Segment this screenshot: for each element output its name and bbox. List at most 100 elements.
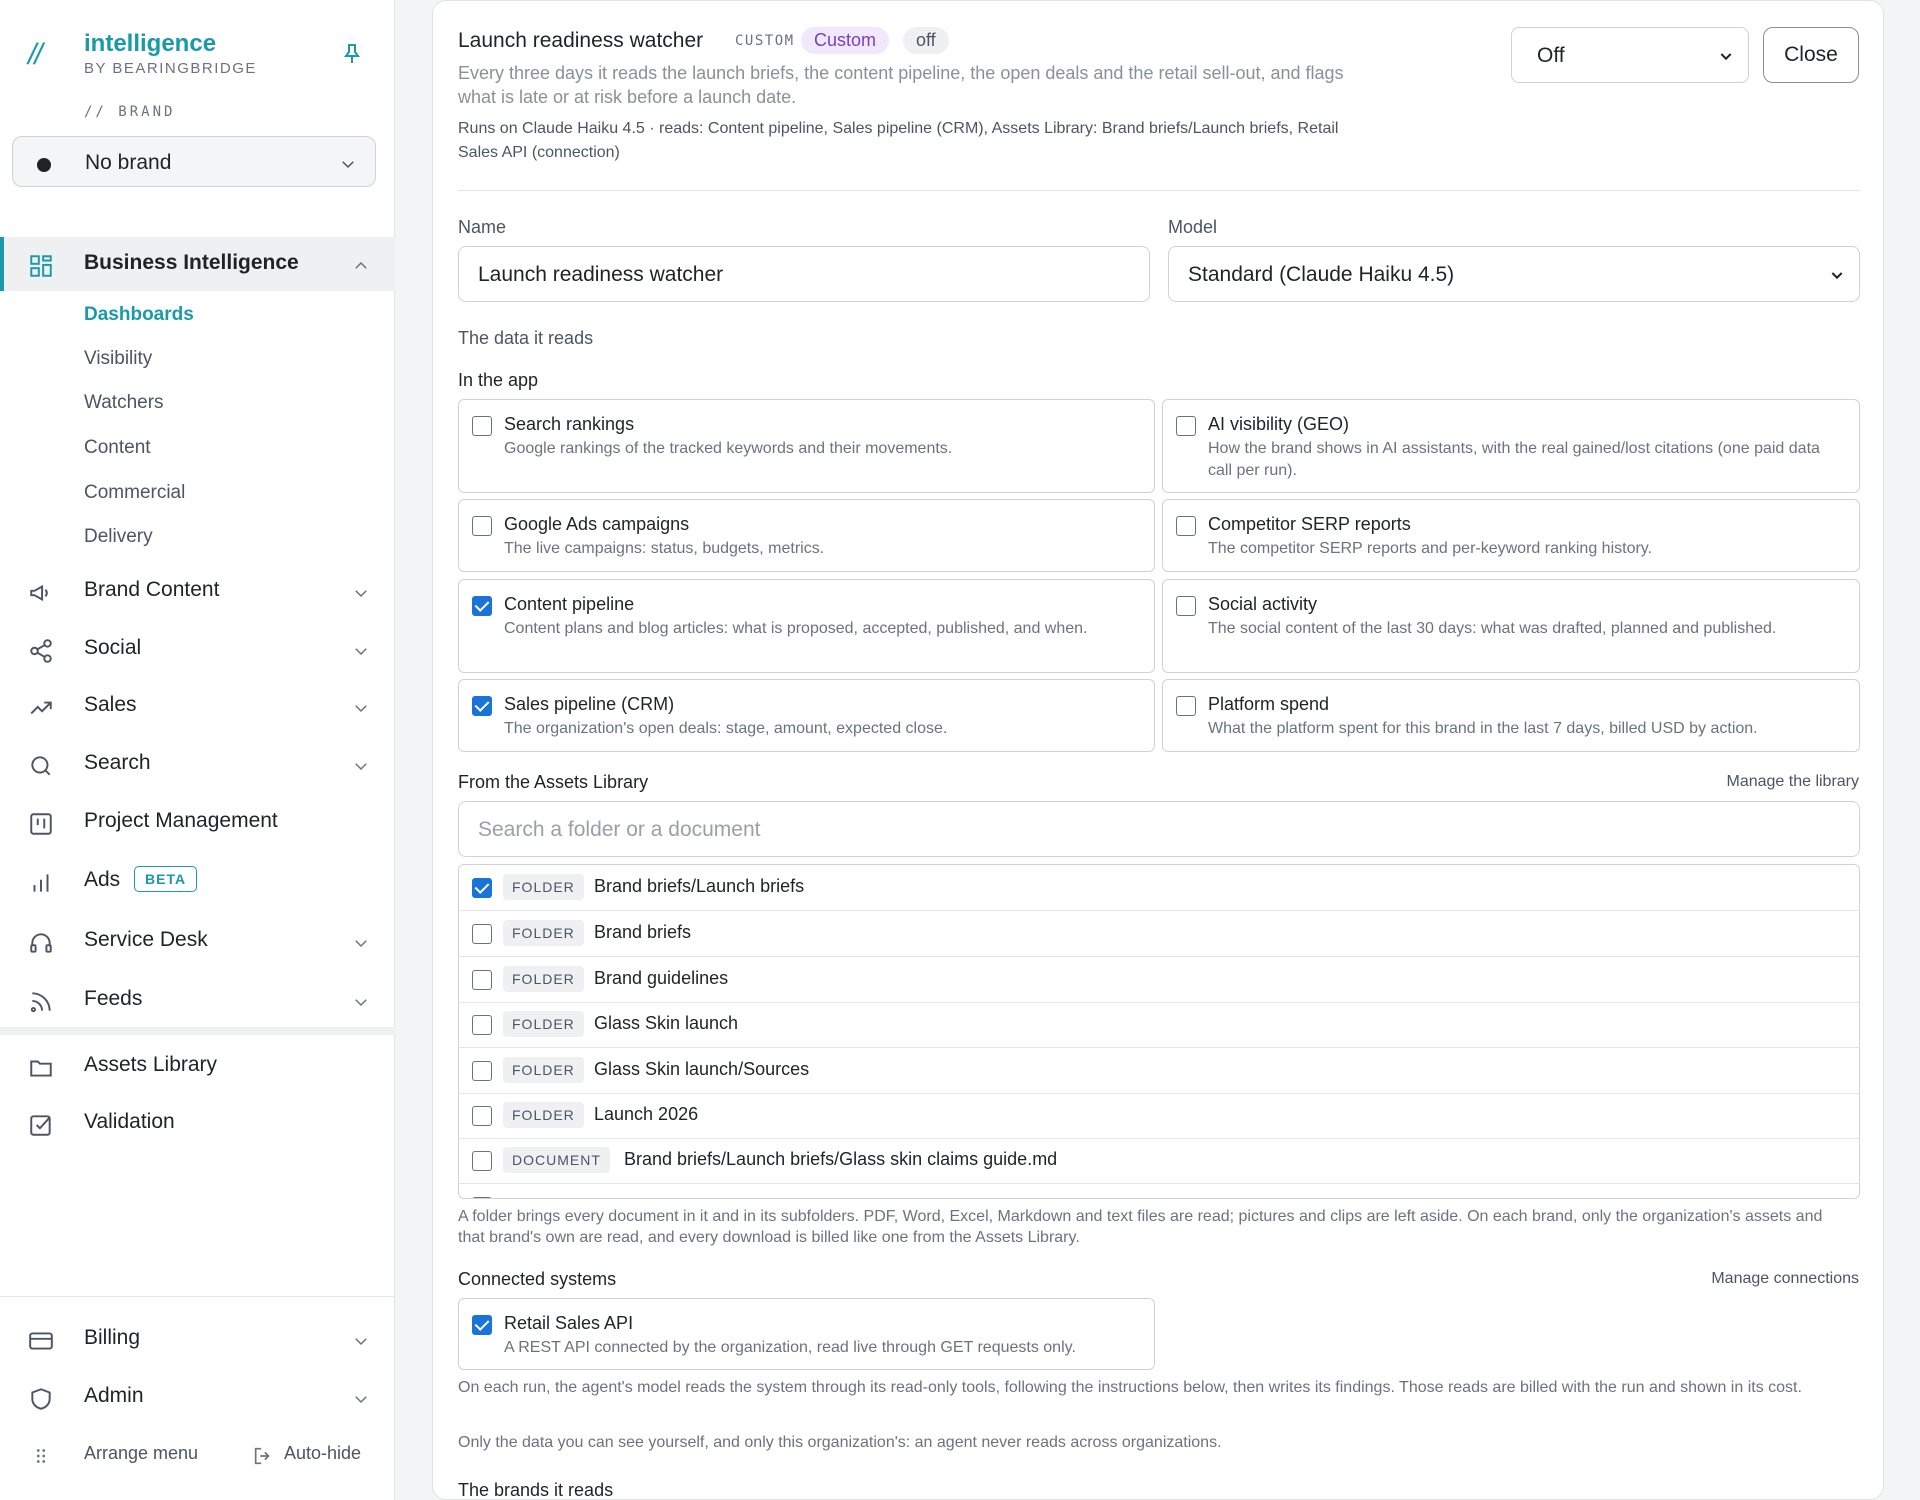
watcher-editor-panel: Launch readiness watcher CUSTOM Custom o…: [432, 0, 1884, 1500]
asset-checkbox[interactable]: [472, 878, 492, 898]
source-card[interactable]: Social activity The social content of th…: [1162, 579, 1860, 673]
asset-kind-badge: FOLDER: [503, 1057, 584, 1083]
chevron-down-icon: [355, 1396, 367, 1404]
asset-checkbox[interactable]: [472, 1106, 492, 1126]
logo-name: intelligence: [84, 30, 217, 57]
logout-icon: [254, 1447, 270, 1465]
asset-name: Glass Skin launch: [594, 1013, 739, 1033]
nav-brand-content[interactable]: Brand Content: [0, 564, 395, 618]
asset-checkbox[interactable]: [472, 970, 492, 990]
source-card[interactable]: Competitor SERP reports The competitor S…: [1162, 499, 1860, 572]
name-input-value: Launch readiness watcher: [478, 263, 724, 286]
asset-kind-badge: DOCUMENT: [503, 1147, 610, 1173]
nav-admin[interactable]: Admin: [0, 1370, 395, 1424]
nav-project-management[interactable]: Project Management: [0, 795, 395, 849]
asset-checkbox[interactable]: [472, 1151, 492, 1171]
auto-hide-button[interactable]: Auto-hide: [284, 1443, 361, 1464]
nav-validation[interactable]: Validation: [0, 1096, 395, 1150]
connected-systems-label: Connected systems: [458, 1269, 617, 1289]
brand-select[interactable]: No brand: [12, 136, 376, 187]
model-label: Model: [1168, 217, 1218, 237]
beta-badge: BETA: [134, 866, 198, 892]
nav-social[interactable]: Social: [0, 622, 395, 676]
asset-row[interactable]: FOLDER Brand guidelines: [459, 957, 1859, 1003]
assets-search-input[interactable]: Search a folder or a document: [458, 801, 1860, 857]
arrange-menu-button[interactable]: Arrange menu: [84, 1443, 198, 1464]
source-description: How the brand shows in AI assistants, wi…: [1208, 440, 1820, 479]
trending-up-icon: [30, 701, 52, 715]
asset-checkbox[interactable]: [472, 1061, 492, 1081]
nav-business-intelligence[interactable]: Business Intelligence: [0, 237, 395, 291]
source-title: Content pipeline: [504, 594, 635, 614]
close-button[interactable]: Close: [1763, 27, 1859, 83]
source-checkbox[interactable]: [1176, 416, 1196, 436]
chevron-down-icon: [1720, 53, 1732, 61]
nav-ads[interactable]: Ads BETA: [0, 854, 395, 908]
source-checkbox[interactable]: [1176, 516, 1196, 536]
source-checkbox[interactable]: [472, 516, 492, 536]
connection-card[interactable]: Retail Sales API A REST API connected by…: [458, 1298, 1155, 1370]
connection-checkbox[interactable]: [472, 1315, 492, 1335]
asset-row-partial[interactable]: [459, 1184, 1859, 1198]
source-card[interactable]: Google Ads campaigns The live campaigns:…: [458, 499, 1155, 572]
sub-item-watchers[interactable]: Watchers: [84, 392, 164, 414]
share-icon: [30, 639, 52, 663]
asset-name: Brand briefs/Launch briefs: [594, 876, 805, 896]
chevron-down-icon: [355, 1338, 367, 1346]
nav-service-desk[interactable]: Service Desk: [0, 914, 395, 968]
manage-library-link[interactable]: Manage the library: [1726, 773, 1859, 791]
source-checkbox[interactable]: [1176, 696, 1196, 716]
source-description: The competitor SERP reports and per-keyw…: [1208, 540, 1653, 557]
nav-feeds[interactable]: Feeds: [0, 973, 395, 1027]
asset-row[interactable]: FOLDER Glass Skin launch/Sources: [459, 1048, 1859, 1094]
source-description: What the platform spent for this brand i…: [1208, 720, 1758, 737]
source-card[interactable]: Platform spend What the platform spent f…: [1162, 679, 1860, 752]
brand-select-value: No brand: [85, 151, 172, 174]
source-description: The organization's open deals: stage, am…: [504, 720, 948, 737]
sub-item-dashboards[interactable]: Dashboards: [84, 304, 194, 326]
status-select[interactable]: Off: [1511, 27, 1749, 83]
asset-checkbox[interactable]: [472, 1015, 492, 1035]
megaphone-icon: [30, 584, 48, 602]
source-description: Google rankings of the tracked keywords …: [504, 440, 953, 457]
asset-row[interactable]: FOLDER Brand briefs: [459, 911, 1859, 957]
assets-list[interactable]: FOLDER Brand briefs/Launch briefs FOLDER…: [458, 864, 1860, 1199]
asset-name: Brand guidelines: [594, 968, 729, 988]
folder-icon: [30, 1060, 52, 1077]
sub-item-visibility[interactable]: Visibility: [84, 348, 152, 370]
asset-row[interactable]: FOLDER Glass Skin launch: [459, 1002, 1859, 1048]
source-card[interactable]: AI visibility (GEO) How the brand shows …: [1162, 399, 1860, 493]
status-badge: off: [903, 27, 949, 54]
source-title: AI visibility (GEO): [1208, 414, 1350, 434]
source-card[interactable]: Search rankings Google rankings of the t…: [458, 399, 1155, 493]
nav-search[interactable]: Search: [0, 737, 395, 791]
source-card[interactable]: Sales pipeline (CRM) The organization's …: [458, 679, 1155, 752]
source-checkbox[interactable]: [1176, 596, 1196, 616]
source-checkbox[interactable]: [472, 696, 492, 716]
asset-row[interactable]: DOCUMENT Brand briefs/Launch briefs/Glas…: [459, 1138, 1859, 1184]
rss-icon: [30, 992, 51, 1013]
sub-item-delivery[interactable]: Delivery: [84, 526, 153, 548]
pin-icon[interactable]: [340, 42, 364, 66]
sub-item-commercial[interactable]: Commercial: [84, 482, 185, 504]
source-checkbox[interactable]: [472, 416, 492, 436]
assets-label: From the Assets Library: [458, 772, 649, 792]
asset-row[interactable]: FOLDER Launch 2026: [459, 1093, 1859, 1139]
nav-label: Search: [84, 751, 151, 774]
manage-connections-link[interactable]: Manage connections: [1711, 1270, 1859, 1288]
nav-label: Validation: [84, 1110, 175, 1133]
nav-sales[interactable]: Sales: [0, 679, 395, 733]
asset-checkbox[interactable]: [472, 924, 492, 944]
nav-billing[interactable]: Billing: [0, 1312, 395, 1366]
asset-row[interactable]: FOLDER Brand briefs/Launch briefs: [459, 865, 1859, 911]
sub-item-content[interactable]: Content: [84, 437, 151, 459]
asset-checkbox[interactable]: [472, 1197, 492, 1198]
chevron-down-icon: [355, 648, 367, 656]
drag-handle-icon[interactable]: [30, 1445, 52, 1467]
name-input[interactable]: Launch readiness watcher: [458, 246, 1150, 302]
nav-assets-library[interactable]: Assets Library: [0, 1039, 395, 1093]
model-select[interactable]: Standard (Claude Haiku 4.5): [1168, 246, 1860, 302]
header-divider: [458, 190, 1860, 191]
source-checkbox[interactable]: [472, 596, 492, 616]
source-card[interactable]: Content pipeline Content plans and blog …: [458, 579, 1155, 673]
